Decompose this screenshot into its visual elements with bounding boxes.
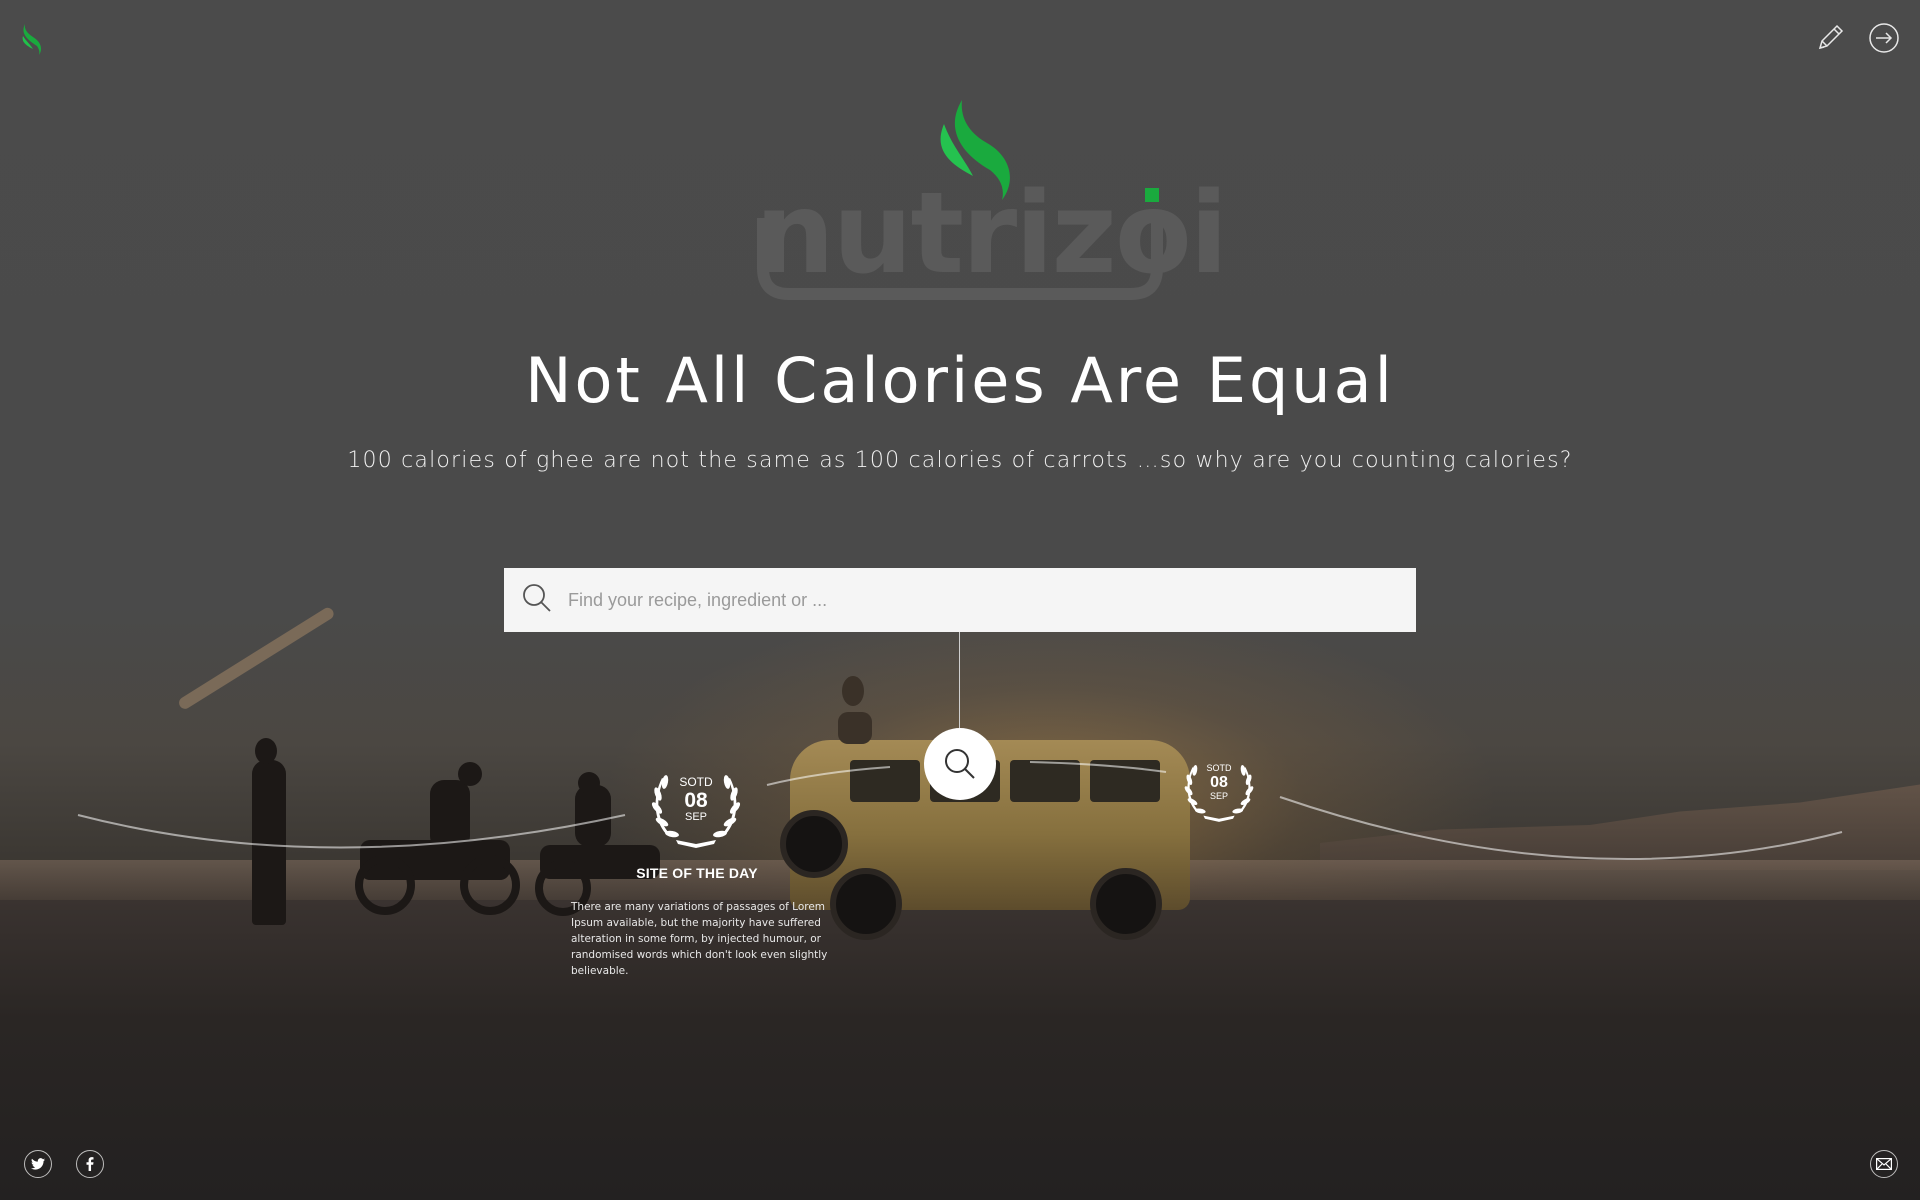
award-label: SOTD: [679, 775, 713, 789]
award-day: 08: [1210, 774, 1228, 791]
search-connector-line: [959, 632, 960, 728]
brand-logo: nutrizoi: [755, 98, 1228, 308]
top-right-actions: [1814, 22, 1900, 54]
social-links: [24, 1150, 104, 1178]
page-subtitle: 100 calories of ghee are not the same as…: [347, 448, 1573, 473]
sotd-award-badge: SOTD 08 SEP: [646, 754, 746, 850]
logo-wordmark: nutrizoi: [755, 169, 1228, 299]
award-label: SOTD: [1206, 763, 1232, 773]
site-of-the-day-title: SITE OF THE DAY: [636, 865, 758, 881]
leaf-logo-icon[interactable]: [20, 22, 46, 56]
facebook-icon[interactable]: [76, 1150, 104, 1178]
sotd-award-badge: SOTD 08 SEP: [1180, 748, 1258, 824]
mail-icon[interactable]: [1870, 1150, 1898, 1178]
search-bar: [504, 568, 1416, 632]
page-title: Not All Calories Are Equal: [525, 344, 1395, 417]
sign-in-icon[interactable]: [1868, 22, 1900, 54]
search-input[interactable]: [566, 588, 1416, 612]
site-of-the-day-description: There are many variations of passages of…: [571, 901, 828, 977]
award-month: SEP: [684, 811, 707, 823]
pencil-icon[interactable]: [1814, 22, 1846, 54]
award-month: SEP: [1209, 791, 1228, 801]
award-day: 08: [684, 789, 708, 812]
search-icon: [522, 583, 552, 618]
search-button[interactable]: [924, 728, 996, 800]
twitter-icon[interactable]: [24, 1150, 52, 1178]
